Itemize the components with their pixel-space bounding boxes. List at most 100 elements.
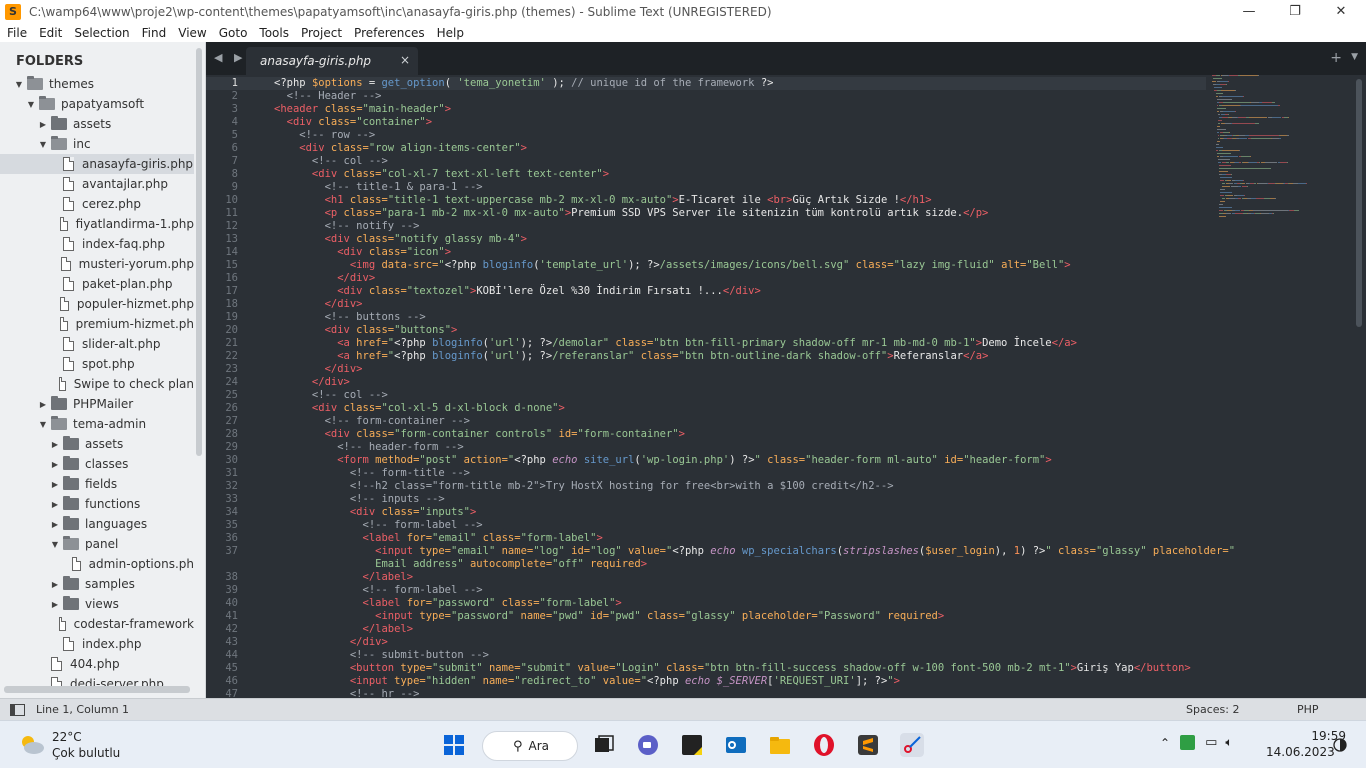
code-line[interactable]: </div> xyxy=(274,272,375,285)
chevron-down-icon[interactable]: ▼ xyxy=(26,100,36,109)
weather-description[interactable]: Çok bulutlu xyxy=(52,746,120,760)
notification-icon[interactable] xyxy=(1332,737,1348,753)
code-line[interactable]: <!-- title-1 & para-1 --> xyxy=(274,181,483,194)
code-area[interactable]: <?php $options = get_option( 'tema_yonet… xyxy=(206,75,1235,698)
code-line[interactable]: </div> xyxy=(274,636,388,649)
folder-item[interactable]: ▶ functions xyxy=(0,494,194,514)
windows-start-icon[interactable] xyxy=(442,733,466,757)
menu-view[interactable]: View xyxy=(171,26,211,40)
indentation-setting[interactable]: Spaces: 2 xyxy=(1186,703,1239,716)
task-view-icon[interactable] xyxy=(592,733,616,757)
file-explorer-icon[interactable] xyxy=(768,733,792,757)
file-item[interactable]: fiyatlandirma-1.php xyxy=(0,214,194,234)
folder-item[interactable]: ▶ assets xyxy=(0,114,194,134)
folder-item[interactable]: ▼ tema-admin xyxy=(0,414,194,434)
code-line[interactable]: <!-- submit-button --> xyxy=(274,649,489,662)
folder-item[interactable]: ▼ inc xyxy=(0,134,194,154)
file-item[interactable]: slider-alt.php xyxy=(0,334,194,354)
code-line[interactable]: <div class="buttons"> xyxy=(274,324,458,337)
code-line[interactable]: <!-- col --> xyxy=(274,389,388,402)
code-line[interactable]: <!-- Header --> xyxy=(274,90,382,103)
folder-item[interactable]: ▶ PHPMailer xyxy=(0,394,194,414)
minimize-button[interactable]: — xyxy=(1226,0,1272,23)
menu-selection[interactable]: Selection xyxy=(67,26,134,40)
file-item[interactable]: index.php xyxy=(0,634,194,654)
file-item[interactable]: anasayfa-giris.php xyxy=(0,154,194,174)
code-line[interactable]: <div class="notify glassy mb-4"> xyxy=(274,233,527,246)
code-line[interactable]: <!-- inputs --> xyxy=(274,493,445,506)
menu-tools[interactable]: Tools xyxy=(252,26,294,40)
folder-item[interactable]: ▶ classes xyxy=(0,454,194,474)
chevron-down-icon[interactable]: ▼ xyxy=(14,80,24,89)
chevron-down-icon[interactable]: ▼ xyxy=(38,140,48,149)
network-icon[interactable]: ▭ xyxy=(1205,735,1217,750)
code-line[interactable]: </div> xyxy=(274,376,350,389)
code-line[interactable]: <!-- col --> xyxy=(274,155,388,168)
menu-goto[interactable]: Goto xyxy=(212,26,253,40)
file-item[interactable]: codestar-framework xyxy=(0,614,194,634)
code-line[interactable]: <!-- row --> xyxy=(274,129,375,142)
app-tray-icon[interactable] xyxy=(1180,735,1196,750)
chevron-right-icon[interactable]: ▶ xyxy=(50,460,60,469)
tab-anasayfa-giris[interactable]: anasayfa-giris.php × xyxy=(246,47,418,75)
folder-item[interactable]: ▶ fields xyxy=(0,474,194,494)
taskbar-search-box[interactable]: ⚲ Ara xyxy=(482,731,578,761)
maximize-button[interactable]: ❐ xyxy=(1272,0,1318,23)
file-item[interactable]: spot.php xyxy=(0,354,194,374)
menu-file[interactable]: File xyxy=(0,26,32,40)
chevron-right-icon[interactable]: ▶ xyxy=(50,520,60,529)
close-button[interactable]: ✕ xyxy=(1318,0,1364,23)
volume-icon[interactable]: 🔈︎ xyxy=(1225,735,1232,750)
code-line[interactable]: Email address" autocomplete="off" requir… xyxy=(274,558,647,571)
panel-toggle-icon[interactable] xyxy=(10,704,25,716)
code-line[interactable]: <!-- buttons --> xyxy=(274,311,426,324)
sticky-notes-icon[interactable] xyxy=(680,733,704,757)
show-hidden-icons-icon[interactable]: ⌃ xyxy=(1160,736,1170,750)
cloudy-weather-icon[interactable] xyxy=(18,733,46,755)
sidebar-horizontal-scrollbar[interactable] xyxy=(4,686,190,693)
code-line[interactable]: </label> xyxy=(274,571,414,584)
clock-date[interactable]: 14.06.2023 xyxy=(1266,745,1335,759)
code-editor[interactable]: 1 2 3 4 5 6 7 8 9 10 11 12 13 14 15 16 17 18 19 20 21 22 23 24 2… xyxy=(206,75,1366,698)
code-line[interactable]: <p class="para-1 mb-2 mx-xl-0 mx-auto">P… xyxy=(274,207,989,220)
outlook-icon[interactable] xyxy=(724,733,748,757)
file-item[interactable]: index-faq.php xyxy=(0,234,194,254)
code-line[interactable]: <div class="form-container controls" id=… xyxy=(274,428,685,441)
code-line[interactable]: <button type="submit" name="submit" valu… xyxy=(274,662,1191,675)
chevron-right-icon[interactable]: ▶ xyxy=(50,600,60,609)
chevron-right-icon[interactable]: ▶ xyxy=(38,120,48,129)
code-line[interactable]: <!--h2 class="form-title mb-2">Try HostX… xyxy=(274,480,894,493)
folder-item[interactable]: ▼ papatyamsoft xyxy=(0,94,194,114)
menu-edit[interactable]: Edit xyxy=(32,26,67,40)
folder-item[interactable]: ▶ languages xyxy=(0,514,194,534)
code-line[interactable]: <input type="password" name="pwd" id="pw… xyxy=(274,610,944,623)
menu-project[interactable]: Project xyxy=(294,26,347,40)
snipping-tool-icon[interactable] xyxy=(900,733,924,757)
code-line[interactable]: <header class="main-header"> xyxy=(274,103,451,116)
editor-vertical-scrollbar[interactable] xyxy=(1356,79,1362,327)
file-item[interactable]: avantajlar.php xyxy=(0,174,194,194)
code-line[interactable]: </div> xyxy=(274,298,363,311)
sidebar-vertical-scrollbar[interactable] xyxy=(196,48,202,456)
file-item[interactable]: paket-plan.php xyxy=(0,274,194,294)
opera-icon[interactable] xyxy=(812,733,836,757)
file-item[interactable]: admin-options.ph xyxy=(0,554,194,574)
chevron-right-icon[interactable]: ▶ xyxy=(50,480,60,489)
code-line[interactable]: </label> xyxy=(274,623,414,636)
tab-close-icon[interactable]: × xyxy=(400,53,410,67)
code-line[interactable]: <div class="container"> xyxy=(274,116,432,129)
folder-item[interactable]: ▼ themes xyxy=(0,74,194,94)
file-item[interactable]: populer-hizmet.php xyxy=(0,294,194,314)
weather-temperature[interactable]: 22°C xyxy=(52,730,82,744)
code-line[interactable]: <div class="textozel">KOBİ'lere Özel %30… xyxy=(274,285,761,298)
code-line[interactable]: </div> xyxy=(274,363,363,376)
code-line[interactable]: <div class="icon"> xyxy=(274,246,451,259)
file-item[interactable]: premium-hizmet.ph xyxy=(0,314,194,334)
code-line[interactable]: <div class="inputs"> xyxy=(274,506,476,519)
menu-preferences[interactable]: Preferences xyxy=(347,26,430,40)
syntax-selector[interactable]: PHP xyxy=(1297,703,1319,716)
chevron-right-icon[interactable]: ▶ xyxy=(50,500,60,509)
tab-list-icon[interactable]: ▼ xyxy=(1351,52,1358,62)
sublime-text-icon[interactable] xyxy=(856,733,880,757)
new-tab-icon[interactable]: + xyxy=(1330,50,1342,66)
